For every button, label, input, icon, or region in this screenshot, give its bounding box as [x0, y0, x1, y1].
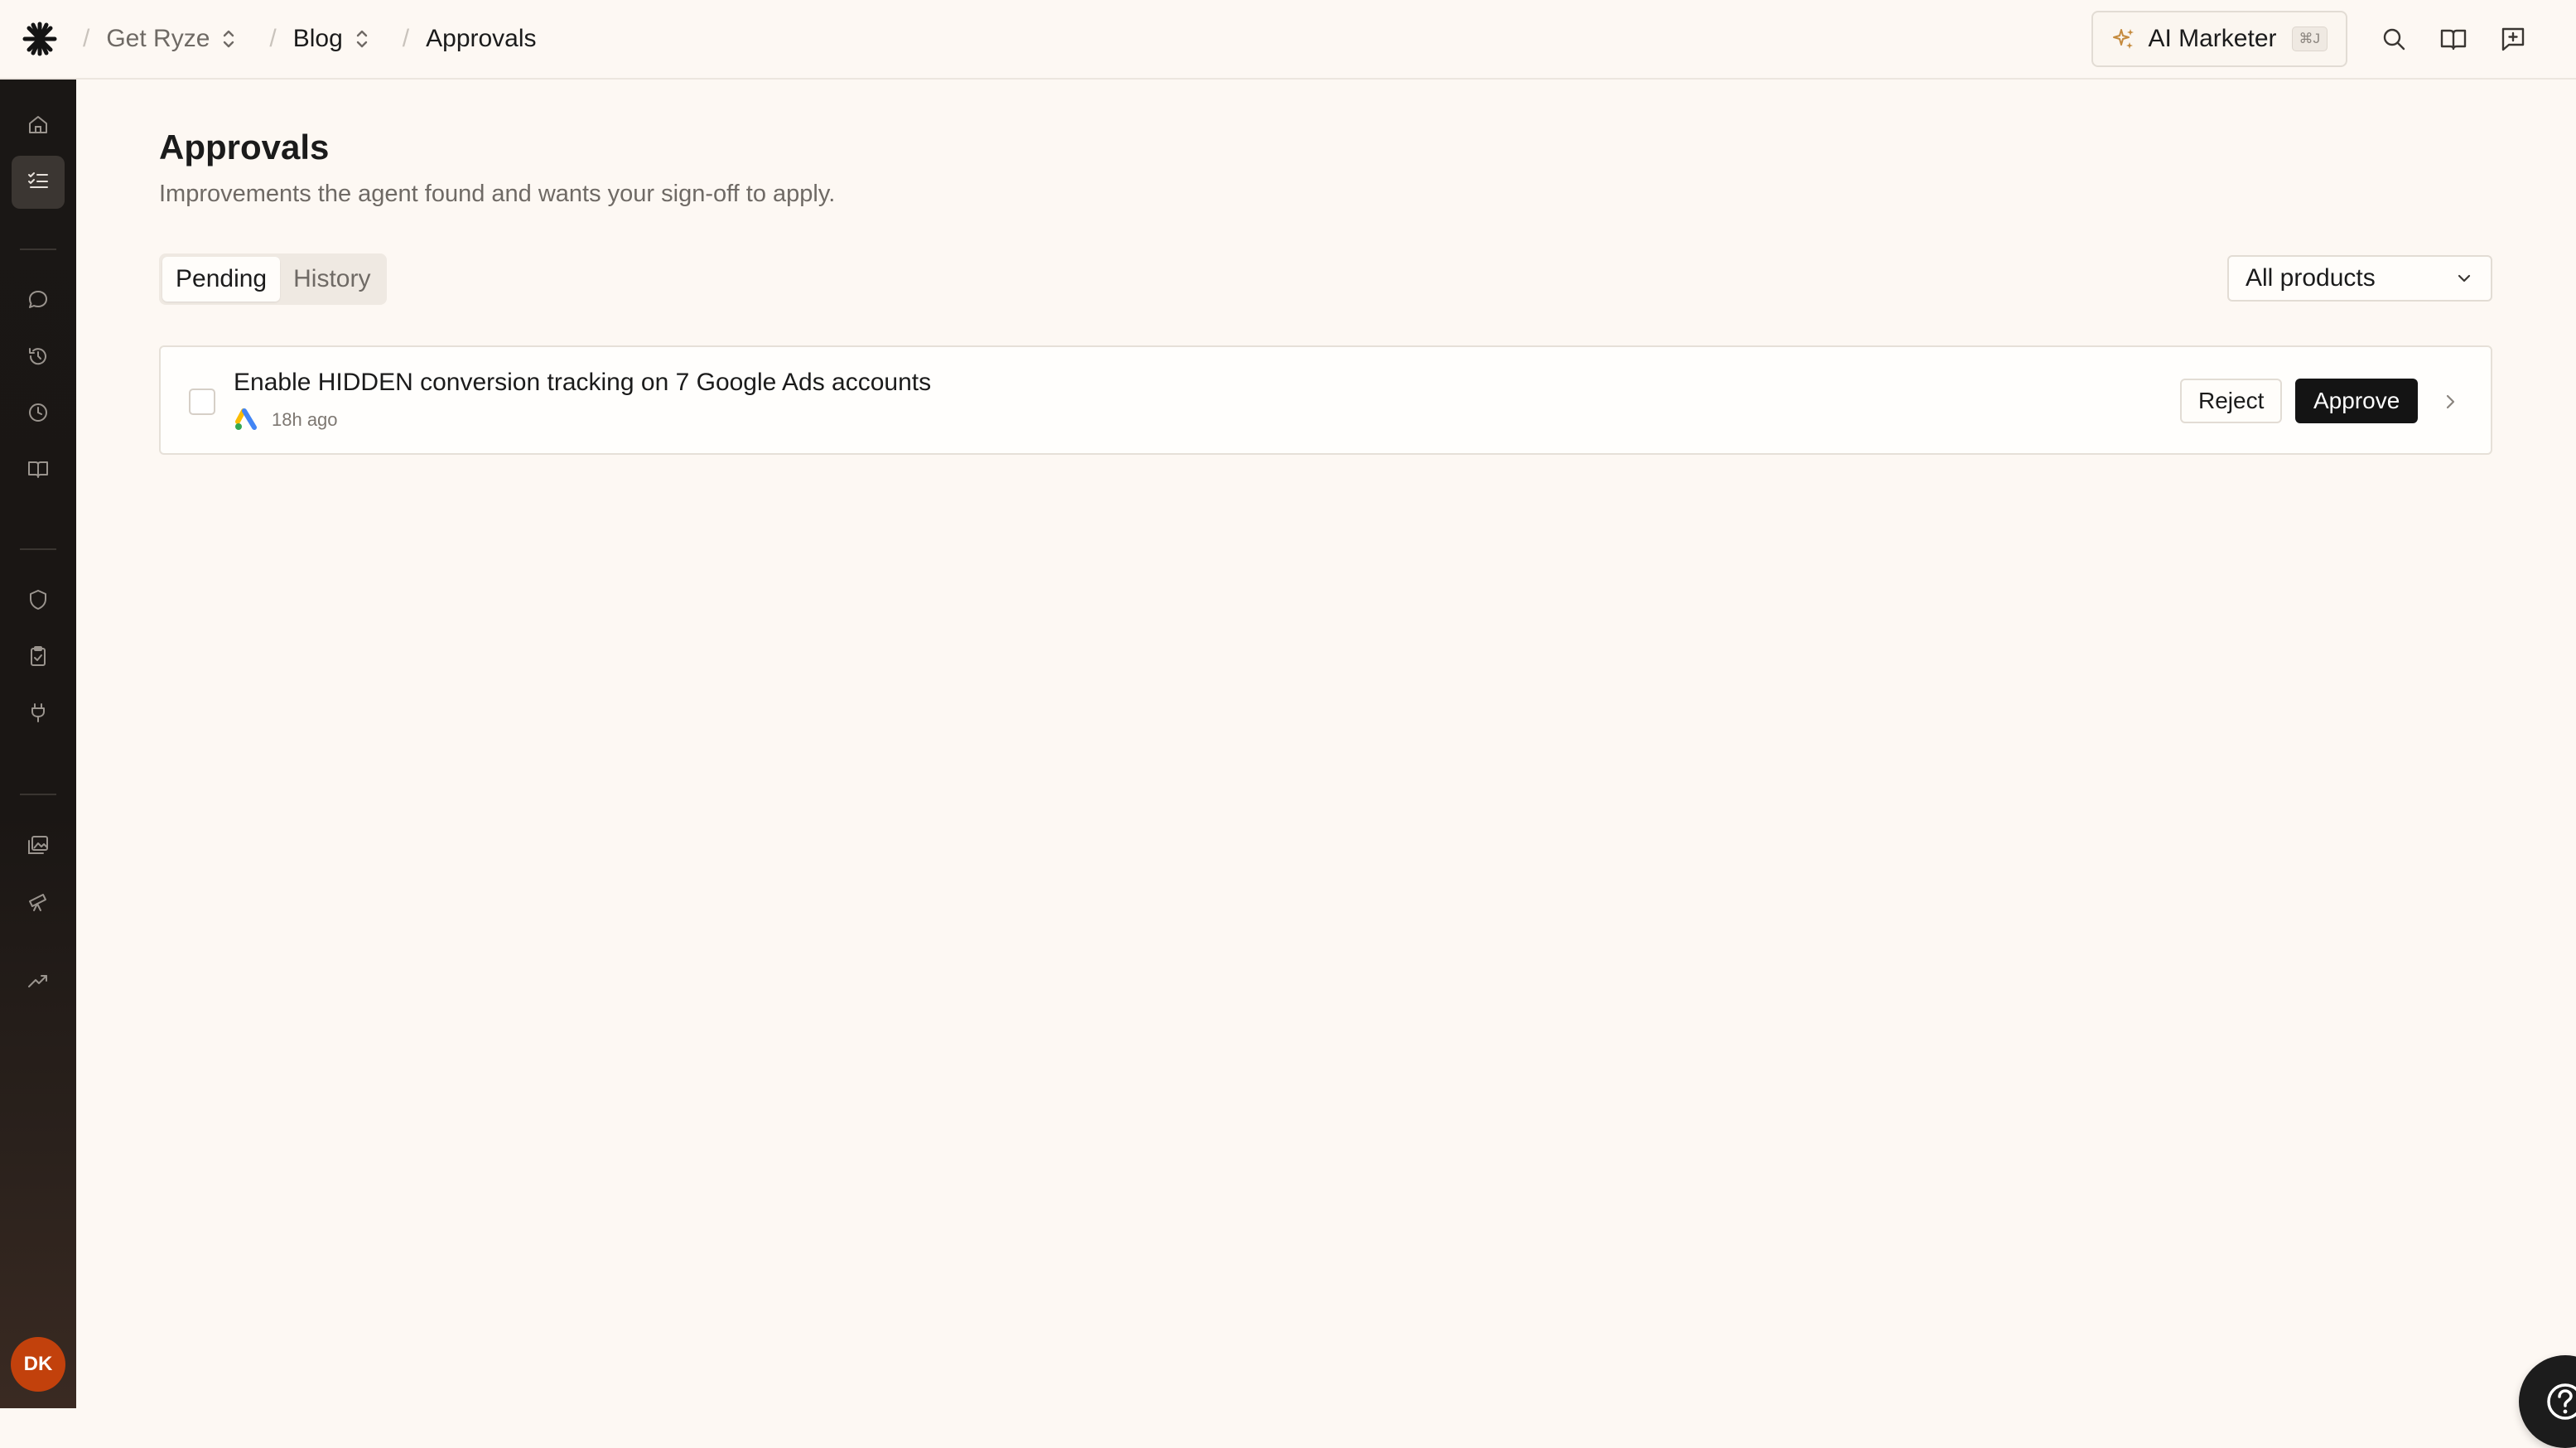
chevron-right-icon[interactable]: [2440, 385, 2460, 422]
product-filter-select[interactable]: All products: [2227, 255, 2492, 302]
breadcrumb-workspace[interactable]: Get Ryze: [106, 25, 266, 53]
clock-icon: [27, 401, 50, 428]
sparkle-icon: [2111, 27, 2136, 51]
sidebar-item-creatives[interactable]: [12, 820, 65, 873]
sidebar-item-performance[interactable]: [12, 956, 65, 1009]
sidebar-item-library[interactable]: [12, 444, 65, 497]
keyboard-shortcut-badge: ⌘J: [2291, 27, 2328, 51]
chevron-updown-icon: [355, 28, 369, 50]
sidebar-item-history[interactable]: [12, 331, 65, 384]
row-checkbox[interactable]: [189, 389, 215, 415]
tab-bar: Pending History: [159, 253, 388, 305]
chevron-updown-icon: [221, 28, 236, 50]
breadcrumb-separator: /: [269, 25, 277, 52]
sidebar: DK: [0, 80, 76, 1408]
sidebar-item-tasks[interactable]: [12, 631, 65, 684]
history-icon: [27, 345, 50, 372]
message-plus-icon[interactable]: [2483, 9, 2543, 69]
clipboard-check-icon: [27, 644, 50, 672]
logo-icon[interactable]: [0, 0, 80, 79]
shield-icon: [27, 588, 50, 615]
tab-pending[interactable]: Pending: [162, 257, 281, 302]
sidebar-divider: [20, 548, 56, 550]
sidebar-item-schedule[interactable]: [12, 388, 65, 441]
trending-up-icon: [27, 969, 50, 997]
breadcrumb-separator: /: [83, 25, 90, 52]
telescope-icon: [27, 890, 50, 917]
sidebar-item-security[interactable]: [12, 575, 65, 628]
chat-bubble-icon: [27, 288, 50, 316]
sidebar-divider: [20, 794, 56, 795]
breadcrumb: / Get Ryze / Blog / Approvals: [80, 0, 537, 79]
sidebar-item-approvals[interactable]: [12, 156, 65, 209]
approval-meta: 18h ago: [234, 408, 338, 432]
breadcrumb-project-label: Blog: [292, 25, 343, 52]
product-filter-value: All products: [2246, 264, 2376, 292]
home-icon: [27, 113, 50, 140]
ai-marketer-button[interactable]: AI Marketer ⌘J: [2091, 11, 2347, 67]
approval-timestamp: 18h ago: [272, 409, 338, 430]
sidebar-item-research[interactable]: [12, 876, 65, 929]
tab-history[interactable]: History: [280, 257, 384, 302]
images-icon: [27, 833, 50, 861]
breadcrumb-current-label: Approvals: [426, 25, 537, 52]
breadcrumb-project[interactable]: Blog: [293, 25, 399, 53]
breadcrumb-workspace-label: Get Ryze: [106, 25, 210, 52]
ai-marketer-label: AI Marketer: [2148, 25, 2277, 52]
help-circle-icon: [2543, 1379, 2576, 1424]
top-bar: / Get Ryze / Blog / Approvals AI Markete…: [0, 0, 2576, 80]
page-title: Approvals: [159, 128, 330, 167]
book-icon: [27, 457, 50, 485]
approve-button[interactable]: Approve: [2295, 379, 2419, 423]
reject-button[interactable]: Reject: [2180, 379, 2283, 423]
list-check-icon: [27, 169, 50, 196]
approval-row[interactable]: Enable HIDDEN conversion tracking on 7 G…: [159, 345, 2492, 455]
sidebar-item-integrations[interactable]: [12, 688, 65, 741]
sidebar-item-home[interactable]: [12, 99, 65, 152]
breadcrumb-current: Approvals: [426, 25, 536, 53]
plug-icon: [27, 701, 50, 728]
approval-title[interactable]: Enable HIDDEN conversion tracking on 7 G…: [234, 369, 931, 397]
breadcrumb-separator: /: [402, 25, 410, 52]
help-button[interactable]: [2519, 1355, 2576, 1448]
google-ads-icon: [234, 408, 260, 432]
search-icon[interactable]: [2364, 9, 2424, 69]
avatar[interactable]: DK: [11, 1337, 65, 1392]
book-open-icon[interactable]: [2424, 9, 2483, 69]
sidebar-item-chat[interactable]: [12, 275, 65, 328]
sidebar-divider: [20, 249, 56, 250]
main-content: Approvals Improvements the agent found a…: [76, 80, 2576, 1448]
chevron-down-icon: [2454, 268, 2474, 288]
page-subtitle: Improvements the agent found and wants y…: [159, 181, 836, 207]
